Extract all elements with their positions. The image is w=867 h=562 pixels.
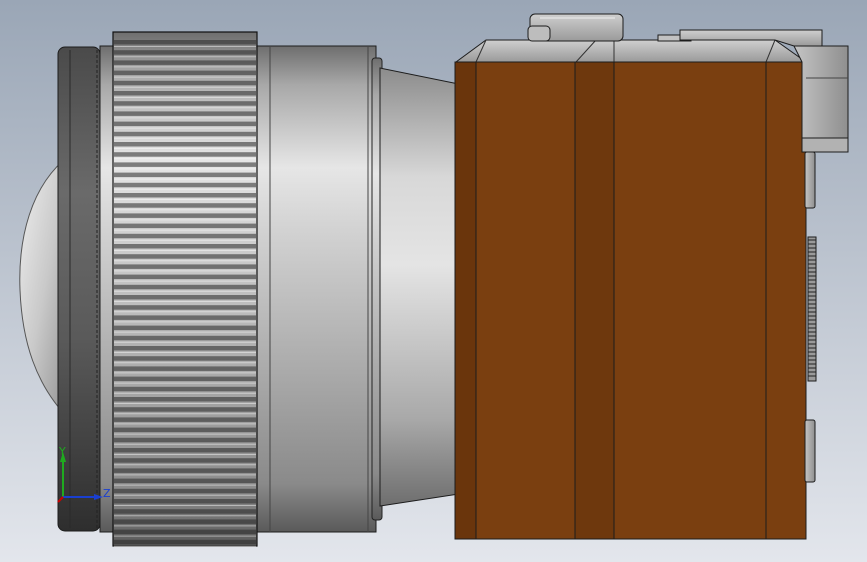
knurl-groove bbox=[114, 397, 256, 402]
knurl-groove bbox=[114, 162, 256, 167]
knurl-groove bbox=[114, 111, 256, 116]
knurl-groove bbox=[114, 325, 256, 331]
knurl-groove bbox=[114, 203, 256, 208]
knurl-groove bbox=[114, 448, 256, 453]
body-panel-left bbox=[454, 61, 477, 540]
knurl-groove bbox=[114, 264, 256, 269]
knurl-groove bbox=[114, 50, 256, 55]
triad-y-label: Y bbox=[58, 445, 66, 458]
knurl-groove bbox=[114, 80, 256, 86]
knurl-groove bbox=[114, 142, 256, 147]
knurl-groove bbox=[114, 91, 256, 96]
knurl-groove bbox=[114, 182, 256, 188]
knurl-groove bbox=[114, 356, 256, 361]
knurl-groove bbox=[114, 193, 256, 198]
knurl-groove bbox=[114, 386, 256, 392]
knurl-groove bbox=[114, 244, 256, 249]
knurl-groove bbox=[114, 417, 256, 422]
triad-z-label: Z bbox=[103, 487, 111, 500]
knurl-groove bbox=[114, 70, 256, 76]
knurl-groove bbox=[114, 335, 256, 341]
knurl-groove bbox=[114, 427, 256, 433]
knurl-groove bbox=[114, 315, 256, 320]
side-control-wheel[interactable] bbox=[807, 236, 817, 382]
knurl-groove bbox=[114, 131, 256, 137]
knurl-groove bbox=[114, 172, 256, 178]
side-button-lower[interactable] bbox=[804, 419, 816, 483]
camera-body bbox=[454, 61, 807, 540]
graphics-viewport[interactable]: Y Z bbox=[0, 0, 867, 562]
knurl-groove bbox=[114, 121, 256, 127]
camera-top-plate bbox=[454, 39, 808, 63]
top-mode-dial[interactable] bbox=[527, 13, 624, 42]
knurl-groove bbox=[114, 213, 256, 218]
knurl-groove bbox=[114, 488, 256, 494]
knurl-groove bbox=[114, 295, 256, 300]
knurl-groove bbox=[114, 366, 256, 371]
knurl-groove bbox=[114, 539, 256, 545]
knurl-groove bbox=[114, 284, 256, 290]
knurl-groove bbox=[114, 101, 256, 106]
knurl-groove bbox=[114, 519, 256, 524]
knurl-groove bbox=[114, 458, 256, 463]
knurl-groove bbox=[114, 437, 256, 443]
knurl-groove bbox=[114, 509, 256, 514]
knurl-groove bbox=[114, 376, 256, 382]
knurl-groove bbox=[114, 233, 256, 239]
knurl-groove bbox=[114, 152, 256, 157]
side-viewfinder-block bbox=[793, 45, 849, 153]
knurl-groove bbox=[114, 305, 256, 310]
lens-focus-ring[interactable] bbox=[112, 31, 258, 547]
knurl-groove bbox=[114, 254, 256, 259]
knurl-groove bbox=[114, 274, 256, 280]
body-panel-mid bbox=[574, 61, 615, 540]
knurl-groove bbox=[114, 529, 256, 535]
side-button-upper[interactable] bbox=[804, 151, 816, 209]
knurl-groove bbox=[114, 478, 256, 484]
knurl-groove bbox=[114, 499, 256, 504]
knurl-groove bbox=[114, 407, 256, 412]
knurl-groove bbox=[114, 468, 256, 473]
knurl-groove bbox=[114, 223, 256, 229]
knurl-groove bbox=[114, 40, 256, 45]
knurl-groove bbox=[114, 346, 256, 351]
knurl-groove bbox=[114, 60, 256, 65]
